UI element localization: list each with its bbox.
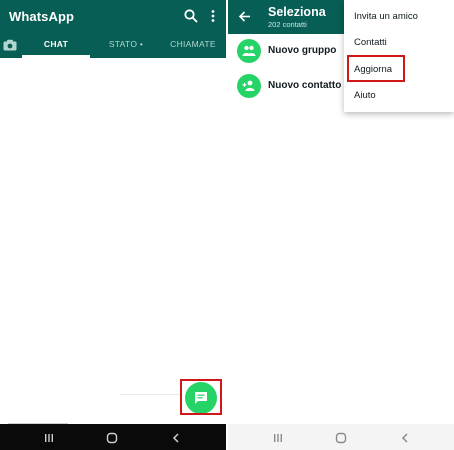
back-icon[interactable]: [399, 431, 411, 449]
chats-screen: WhatsApp CHAT STATO • CHIAMATE: [0, 0, 226, 450]
highlight-box-new-chat: [180, 379, 222, 415]
system-nav-bar: [0, 424, 226, 450]
tab-bar: CHAT STATO • CHIAMATE: [0, 31, 226, 58]
app-header: WhatsApp CHAT STATO • CHIAMATE: [0, 0, 226, 58]
tab-chat[interactable]: CHAT: [22, 31, 90, 58]
divider: [120, 394, 180, 395]
home-icon[interactable]: [335, 431, 347, 449]
back-icon[interactable]: [170, 431, 182, 449]
tab-calls[interactable]: CHIAMATE: [160, 31, 226, 58]
home-icon[interactable]: [106, 431, 118, 449]
back-arrow-icon[interactable]: [238, 10, 251, 28]
menu-item-contacts[interactable]: Contatti: [354, 37, 387, 48]
add-person-icon: [237, 74, 261, 98]
new-group-label: Nuovo gruppo: [268, 45, 337, 56]
contact-count: 202 contatti: [268, 20, 307, 29]
menu-item-help[interactable]: Aiuto: [354, 90, 376, 101]
system-nav-bar: [228, 424, 454, 450]
group-icon: [237, 39, 261, 63]
recent-apps-icon[interactable]: [272, 431, 284, 449]
new-contact-label: Nuovo contatto: [268, 80, 342, 91]
select-contact-screen: Seleziona 202 contatti Nuovo gruppo Nuov…: [228, 0, 454, 450]
menu-item-invite-friend[interactable]: Invita un amico: [354, 11, 418, 22]
more-vert-icon[interactable]: [206, 8, 222, 24]
page-title: Seleziona: [268, 5, 326, 19]
recent-apps-icon[interactable]: [43, 431, 55, 449]
search-icon[interactable]: [183, 8, 199, 24]
app-title: WhatsApp: [9, 9, 75, 24]
highlight-box-refresh: [347, 55, 405, 82]
tab-status[interactable]: STATO •: [92, 31, 160, 58]
active-tab-indicator: [22, 55, 90, 58]
